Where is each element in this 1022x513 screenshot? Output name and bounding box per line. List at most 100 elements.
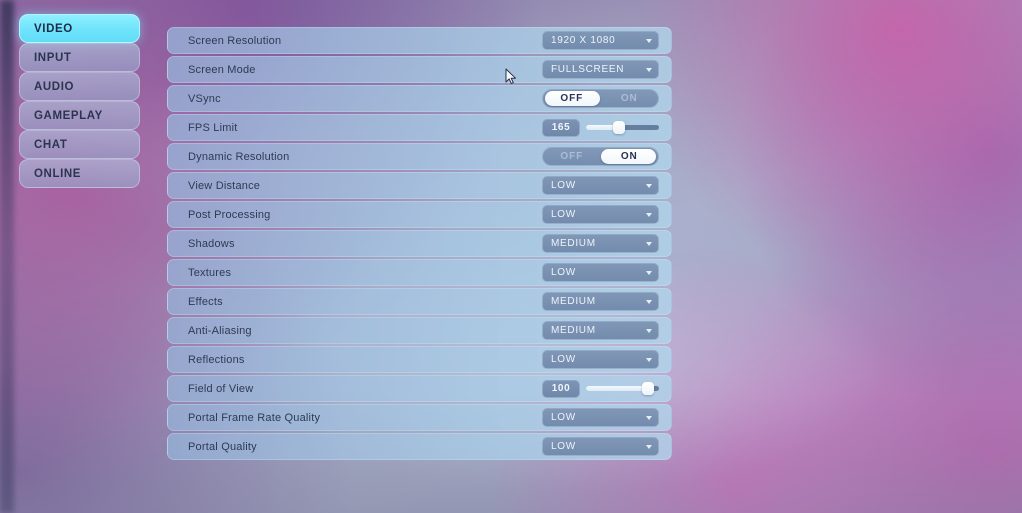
setting-slider[interactable]: 165	[542, 118, 659, 137]
setting-label: Textures	[188, 266, 232, 279]
setting-dropdown[interactable]: LOW	[542, 437, 659, 456]
setting-control: FULLSCREEN	[542, 60, 659, 79]
setting-row: Dynamic Resolution OFF ON	[167, 143, 672, 170]
chevron-down-icon	[646, 299, 652, 304]
setting-control: LOW	[542, 176, 659, 195]
setting-dropdown[interactable]: FULLSCREEN	[542, 60, 659, 79]
sidebar-item-label: GAMEPLAY	[34, 109, 103, 122]
sidebar-item-chat[interactable]: CHAT	[19, 130, 140, 159]
sidebar-item-label: VIDEO	[34, 22, 73, 35]
setting-dropdown[interactable]: LOW	[542, 176, 659, 195]
setting-label: Portal Frame Rate Quality	[188, 411, 321, 424]
setting-toggle[interactable]: OFF ON	[542, 89, 659, 108]
setting-label: Dynamic Resolution	[188, 150, 290, 163]
sidebar-item-gameplay[interactable]: GAMEPLAY	[19, 101, 140, 130]
dropdown-value: LOW	[551, 209, 576, 220]
chevron-down-icon	[646, 67, 652, 72]
toggle-option-on[interactable]: ON	[601, 151, 659, 162]
game-settings-screen: VIDEO INPUT AUDIO GAMEPLAY CHAT ONLINE Screen…	[0, 0, 1022, 513]
setting-row: Post Processing LOW	[167, 201, 672, 228]
video-settings-panel: Screen Resolution 1920 X 1080 Screen Mode F…	[167, 27, 672, 462]
toggle-option-on[interactable]: ON	[601, 93, 659, 104]
slider-value: 100	[542, 379, 580, 398]
setting-row: FPS Limit 165	[167, 114, 672, 141]
setting-label: Screen Resolution	[188, 34, 282, 47]
setting-control: 100	[542, 379, 659, 398]
chevron-down-icon	[646, 357, 652, 362]
dropdown-value: LOW	[551, 441, 576, 452]
setting-label: VSync	[188, 92, 221, 105]
setting-dropdown[interactable]: LOW	[542, 350, 659, 369]
sidebar-item-label: AUDIO	[34, 80, 75, 93]
slider-value: 165	[542, 118, 580, 137]
chevron-down-icon	[646, 38, 652, 43]
setting-dropdown[interactable]: 1920 X 1080	[542, 31, 659, 50]
sidebar-item-audio[interactable]: AUDIO	[19, 72, 140, 101]
setting-label: Portal Quality	[188, 440, 257, 453]
setting-row: Textures LOW	[167, 259, 672, 286]
setting-label: Shadows	[188, 237, 235, 250]
chevron-down-icon	[646, 241, 652, 246]
dropdown-value: MEDIUM	[551, 296, 596, 307]
chevron-down-icon	[646, 444, 652, 449]
setting-control: LOW	[542, 205, 659, 224]
setting-label: Post Processing	[188, 208, 271, 221]
sidebar-item-online[interactable]: ONLINE	[19, 159, 140, 188]
chevron-down-icon	[646, 415, 652, 420]
sidebar-item-label: INPUT	[34, 51, 72, 64]
sidebar-item-label: ONLINE	[34, 167, 82, 180]
setting-slider[interactable]: 100	[542, 379, 659, 398]
sidebar-item-video[interactable]: VIDEO	[19, 14, 140, 43]
setting-dropdown[interactable]: MEDIUM	[542, 234, 659, 253]
dropdown-value: LOW	[551, 412, 576, 423]
setting-label: Field of View	[188, 382, 254, 395]
setting-dropdown[interactable]: LOW	[542, 408, 659, 427]
setting-label: Effects	[188, 295, 223, 308]
slider-track[interactable]	[586, 382, 659, 395]
setting-row: Portal Quality LOW	[167, 433, 672, 460]
setting-label: Reflections	[188, 353, 245, 366]
dropdown-value: 1920 X 1080	[551, 35, 616, 46]
setting-control: LOW	[542, 408, 659, 427]
dropdown-value: LOW	[551, 267, 576, 278]
settings-category-sidebar: VIDEO INPUT AUDIO GAMEPLAY CHAT ONLINE	[19, 14, 140, 188]
chevron-down-icon	[646, 328, 652, 333]
setting-dropdown[interactable]: LOW	[542, 263, 659, 282]
dropdown-value: LOW	[551, 180, 576, 191]
dropdown-value: LOW	[551, 354, 576, 365]
setting-row: Shadows MEDIUM	[167, 230, 672, 257]
dropdown-value: MEDIUM	[551, 238, 596, 249]
toggle-option-off[interactable]: OFF	[543, 151, 601, 162]
setting-control: 165	[542, 118, 659, 137]
setting-control: MEDIUM	[542, 292, 659, 311]
setting-toggle[interactable]: OFF ON	[542, 147, 659, 166]
dropdown-value: MEDIUM	[551, 325, 596, 336]
setting-row: Field of View 100	[167, 375, 672, 402]
setting-control: OFF ON	[542, 89, 659, 108]
setting-row: View Distance LOW	[167, 172, 672, 199]
setting-control: MEDIUM	[542, 321, 659, 340]
slider-fill	[586, 386, 649, 391]
dropdown-value: FULLSCREEN	[551, 64, 625, 75]
setting-dropdown[interactable]: LOW	[542, 205, 659, 224]
setting-dropdown[interactable]: MEDIUM	[542, 321, 659, 340]
setting-row: Anti-Aliasing MEDIUM	[167, 317, 672, 344]
chevron-down-icon	[646, 270, 652, 275]
setting-control: 1920 X 1080	[542, 31, 659, 50]
setting-row: Effects MEDIUM	[167, 288, 672, 315]
setting-dropdown[interactable]: MEDIUM	[542, 292, 659, 311]
setting-row: Screen Resolution 1920 X 1080	[167, 27, 672, 54]
setting-row: Reflections LOW	[167, 346, 672, 373]
setting-label: View Distance	[188, 179, 261, 192]
sidebar-item-input[interactable]: INPUT	[19, 43, 140, 72]
slider-track[interactable]	[586, 121, 659, 134]
setting-control: LOW	[542, 263, 659, 282]
slider-thumb[interactable]	[612, 121, 625, 134]
setting-control: LOW	[542, 437, 659, 456]
chevron-down-icon	[646, 212, 652, 217]
sidebar-item-label: CHAT	[34, 138, 68, 151]
slider-thumb[interactable]	[642, 382, 655, 395]
chevron-down-icon	[646, 183, 652, 188]
toggle-option-off[interactable]: OFF	[543, 93, 601, 104]
setting-control: OFF ON	[542, 147, 659, 166]
